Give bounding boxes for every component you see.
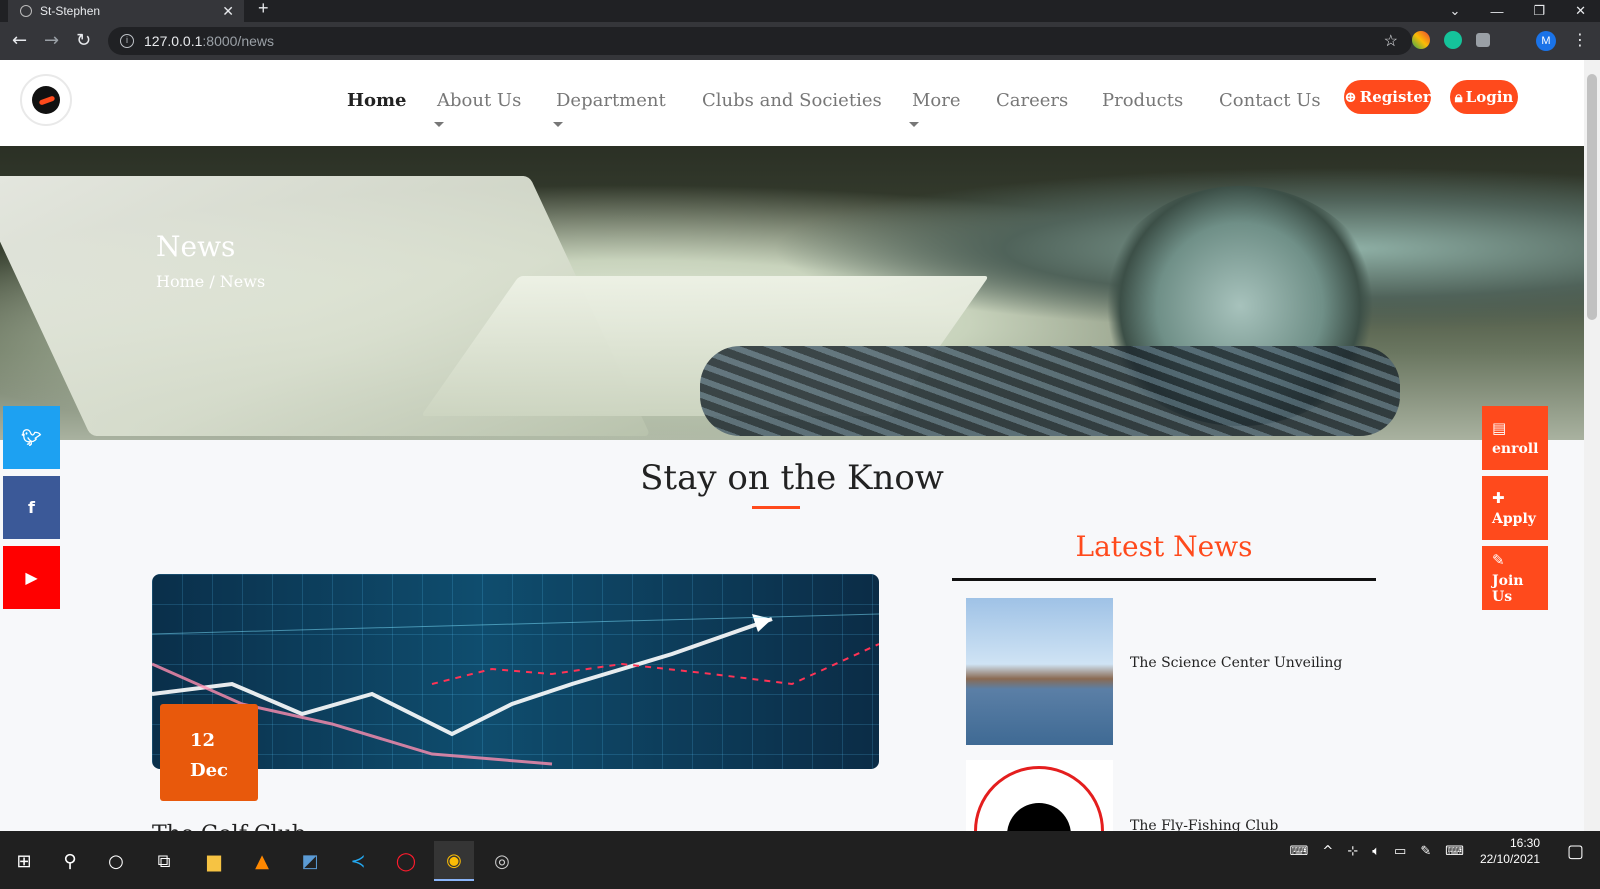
news-thumbnail[interactable] bbox=[966, 598, 1113, 745]
menu-dots-icon[interactable]: ⋮ bbox=[1572, 30, 1588, 49]
nav-about-us[interactable]: About Us bbox=[437, 90, 521, 111]
input-icon[interactable]: ⌨ bbox=[1445, 844, 1464, 859]
globe-icon: ⊕ bbox=[1344, 88, 1357, 106]
page-title: News bbox=[156, 230, 236, 263]
site-header: Home About Us Department Clubs and Socie… bbox=[0, 60, 1584, 146]
battery-icon[interactable]: ▭ bbox=[1394, 844, 1406, 859]
edit-icon: ✎ bbox=[1492, 551, 1505, 569]
latest-news-title: Latest News bbox=[1075, 530, 1253, 563]
news-item-title[interactable]: The Science Center Unveiling bbox=[1130, 655, 1342, 671]
breadcrumb[interactable]: Home / News bbox=[156, 272, 265, 291]
nav-more[interactable]: More bbox=[912, 90, 961, 111]
tab-search-icon[interactable]: ⌄ bbox=[1450, 3, 1461, 19]
chevron-down-icon bbox=[553, 122, 563, 127]
apply-label: Apply bbox=[1492, 511, 1536, 527]
vlc-icon[interactable]: ▲ bbox=[242, 841, 282, 881]
nav-home[interactable]: Home bbox=[347, 90, 407, 111]
address-bar[interactable]: i 127.0.0.1:8000/news ☆ bbox=[108, 27, 1412, 55]
nav-contact-us[interactable]: Contact Us bbox=[1219, 90, 1321, 111]
taskbar-time: 16:30 bbox=[1509, 836, 1540, 850]
system-tray: ⌨ ^ ⊹ 🔈︎ ▭ ✎ ⌨ bbox=[1290, 831, 1464, 871]
page-scrollbar[interactable] bbox=[1584, 60, 1600, 831]
forward-icon[interactable]: → bbox=[44, 30, 59, 51]
volume-icon[interactable]: 🔈︎ bbox=[1372, 844, 1380, 859]
windows-taskbar: ⊞ ⚲ ○ ⧉ ▆ ▲ ◩ ≺ ◯ ◉ ◎ ⌨ ^ ⊹ 🔈︎ ▭ ✎ ⌨ 16:… bbox=[0, 831, 1600, 889]
news-thumbnail[interactable] bbox=[966, 760, 1113, 831]
restore-button[interactable]: ❐ bbox=[1533, 3, 1545, 19]
latest-news-divider bbox=[952, 578, 1376, 581]
nav-careers[interactable]: Careers bbox=[996, 90, 1068, 111]
join-us-label: Join Us bbox=[1492, 573, 1524, 605]
close-window-button[interactable]: ✕ bbox=[1575, 3, 1586, 19]
post-month: Dec bbox=[190, 760, 229, 781]
site-info-icon[interactable]: i bbox=[120, 34, 134, 48]
post-date-badge: 12 Dec bbox=[160, 704, 258, 801]
chrome-icon[interactable]: ◉ bbox=[434, 841, 474, 881]
academy-seal-image bbox=[974, 766, 1104, 831]
section-title: Stay on the Know bbox=[640, 458, 944, 498]
browser-tab-strip: St-Stephen ✕ + ⌄ — ❐ ✕ bbox=[0, 0, 1600, 22]
nav-products[interactable]: Products bbox=[1102, 90, 1183, 111]
login-label: Login bbox=[1465, 88, 1514, 106]
windows-icon[interactable]: ⊞ bbox=[4, 841, 44, 881]
enroll-label: enroll bbox=[1492, 441, 1539, 457]
browser-tab[interactable]: St-Stephen ✕ bbox=[8, 0, 244, 22]
chevron-up-icon[interactable]: ^ bbox=[1322, 844, 1333, 859]
tab-title: St-Stephen bbox=[40, 4, 101, 18]
reload-icon[interactable]: ↻ bbox=[76, 30, 91, 51]
globe-icon bbox=[20, 5, 32, 17]
nav-department[interactable]: Department bbox=[556, 90, 666, 111]
network-icon[interactable]: ⊹ bbox=[1347, 844, 1358, 859]
login-button[interactable]: 🔒︎ Login bbox=[1450, 80, 1518, 114]
youtube-button[interactable]: ▶ bbox=[3, 546, 60, 609]
register-label: Register bbox=[1359, 88, 1431, 106]
taskbar-clock[interactable]: 16:30 22/10/2021 bbox=[1480, 835, 1540, 867]
grammarly-icon[interactable] bbox=[1444, 31, 1462, 49]
join-us-button[interactable]: ✎ Join Us bbox=[1482, 546, 1548, 610]
minimize-button[interactable]: — bbox=[1490, 4, 1503, 19]
wireshark-icon[interactable]: ◩ bbox=[290, 841, 330, 881]
chevron-down-icon bbox=[909, 122, 919, 127]
url-host: 127.0.0.1 bbox=[144, 33, 203, 49]
post-image[interactable] bbox=[152, 574, 879, 769]
stock-graph-illustration bbox=[152, 613, 879, 766]
back-icon[interactable]: ← bbox=[12, 30, 27, 51]
vscode-icon[interactable]: ≺ bbox=[338, 841, 378, 881]
academy-logo[interactable] bbox=[20, 74, 72, 126]
twitter-icon: 🐦︎ bbox=[21, 428, 42, 447]
keyboard-icon[interactable]: ⌨ bbox=[1290, 844, 1309, 859]
title-underline bbox=[752, 506, 800, 509]
chevron-down-icon bbox=[434, 122, 444, 127]
facebook-icon: f bbox=[28, 498, 35, 517]
extension-icon[interactable] bbox=[1412, 31, 1430, 49]
opera-icon[interactable]: ◯ bbox=[386, 841, 426, 881]
window-controls: ⌄ — ❐ ✕ bbox=[1450, 0, 1586, 22]
close-tab-icon[interactable]: ✕ bbox=[222, 3, 234, 20]
media-player-icon[interactable]: ◎ bbox=[482, 841, 522, 881]
search-icon[interactable]: ⚲ bbox=[50, 841, 90, 881]
bookmark-star-icon[interactable]: ☆ bbox=[1384, 31, 1398, 51]
browser-toolbar: ← → ↻ i 127.0.0.1:8000/news ☆ M ⋮ bbox=[0, 22, 1600, 60]
profile-avatar[interactable]: M bbox=[1536, 31, 1556, 51]
cortana-icon[interactable]: ○ bbox=[96, 841, 136, 881]
task-view-icon[interactable]: ⧉ bbox=[144, 841, 184, 881]
notification-icon[interactable]: ▢ bbox=[1567, 841, 1584, 862]
scrollbar-thumb[interactable] bbox=[1587, 74, 1597, 320]
hero-scarf-image bbox=[700, 346, 1400, 436]
puzzle-icon[interactable] bbox=[1476, 33, 1490, 47]
register-button[interactable]: ⊕ Register bbox=[1344, 80, 1431, 114]
file-explorer-icon[interactable]: ▆ bbox=[194, 841, 234, 881]
hero-banner: News Home / News bbox=[0, 146, 1584, 440]
new-tab-button[interactable]: + bbox=[258, 0, 269, 19]
pen-icon[interactable]: ✎ bbox=[1420, 844, 1431, 859]
url-path: :8000/news bbox=[202, 33, 274, 49]
lock-icon: 🔒︎ bbox=[1454, 88, 1463, 106]
youtube-icon: ▶ bbox=[25, 568, 38, 587]
taskbar-date: 22/10/2021 bbox=[1479, 852, 1540, 866]
post-day: 12 bbox=[190, 730, 216, 751]
nav-clubs[interactable]: Clubs and Societies bbox=[702, 90, 882, 111]
file-icon: ▤ bbox=[1492, 419, 1507, 437]
